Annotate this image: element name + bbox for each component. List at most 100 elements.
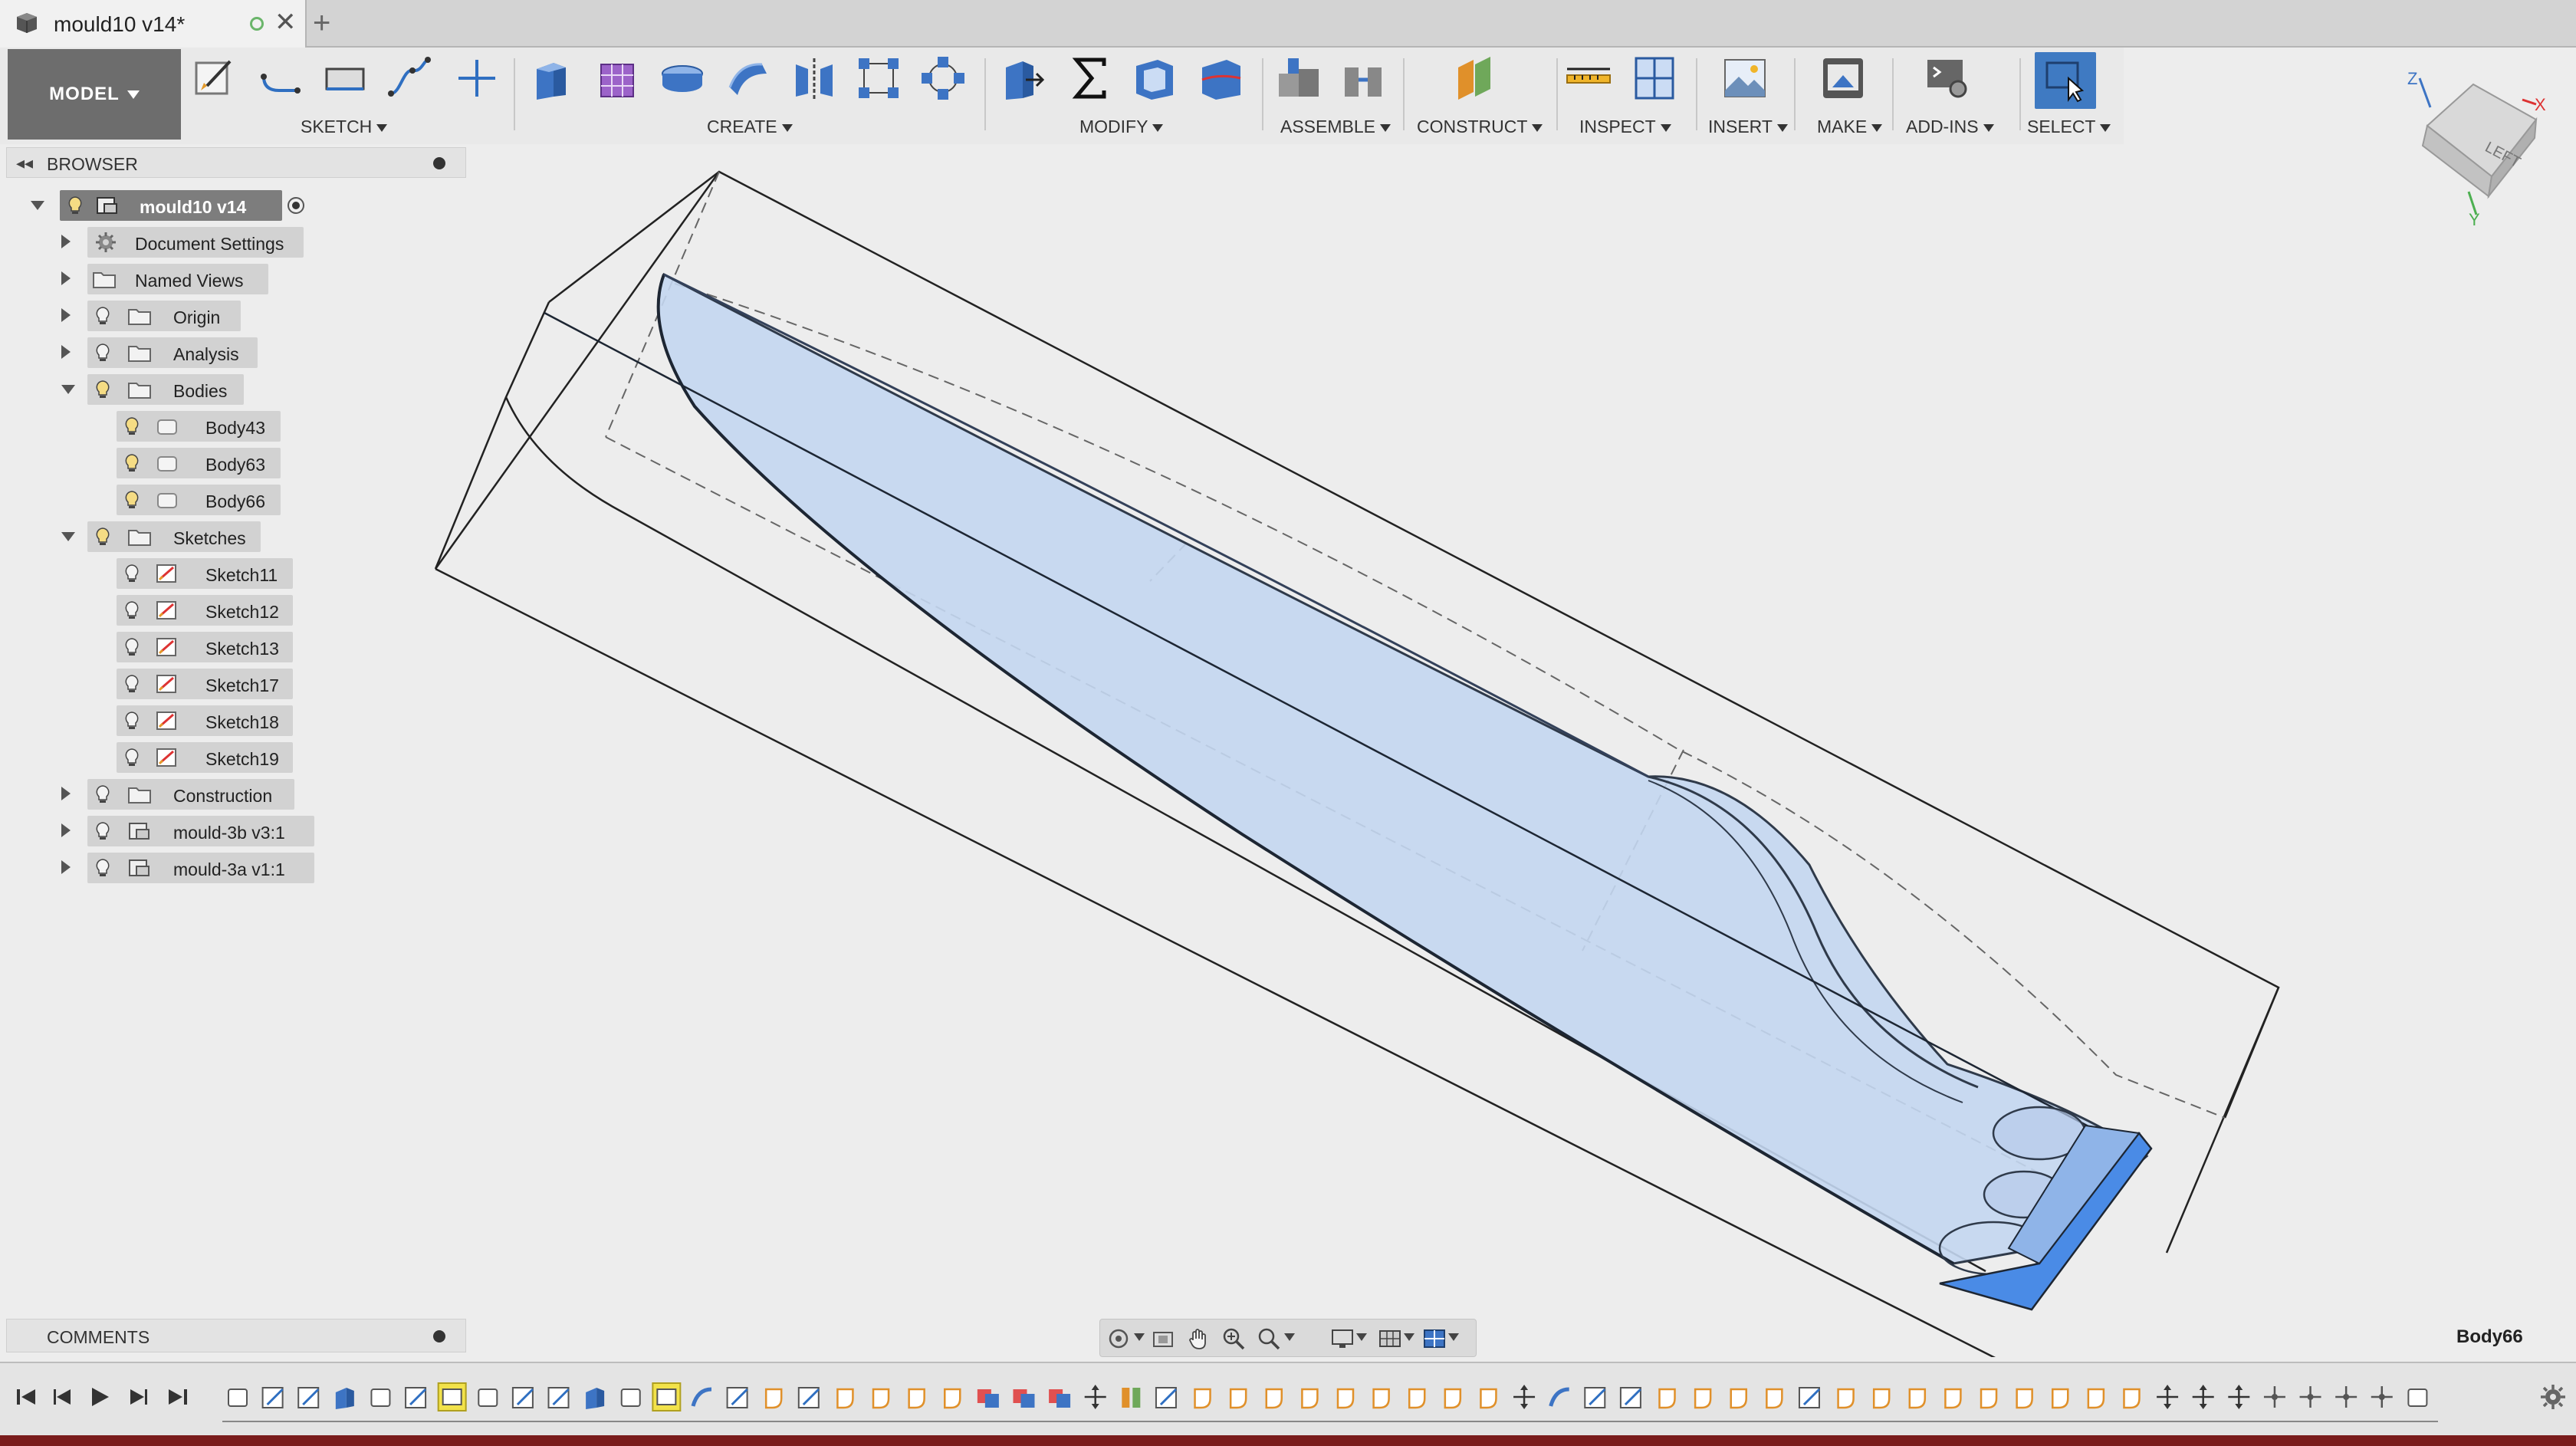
line-tool-icon[interactable] [256,54,305,103]
tree-row-origin[interactable]: Origin [61,301,322,331]
timeline-feature-fillet-icon[interactable] [1229,1388,1247,1409]
timeline-feature-fillet-icon[interactable] [944,1388,961,1409]
create-sketch-icon[interactable] [190,54,239,103]
timeline-feature-box-icon[interactable] [370,1388,391,1407]
browser-panel-header[interactable]: ◂◂ BROWSER [6,147,466,178]
orbit-icon[interactable] [1106,1326,1131,1351]
timeline-feature-extrude-icon[interactable] [335,1388,354,1409]
tree-node-sketch12[interactable]: Sketch12 [117,595,293,626]
pan-hand-icon[interactable] [1186,1326,1211,1351]
timeline-next-icon[interactable] [124,1383,152,1411]
expand-arrow-icon[interactable] [61,271,71,285]
timeline-feature-fillet-icon[interactable] [1944,1388,1962,1409]
mirror-icon[interactable] [790,54,839,103]
timeline-feature-fillet-icon[interactable] [1265,1388,1283,1409]
tree-row-sketch17[interactable]: Sketch17 [117,669,331,699]
visibility-bulb-icon[interactable] [121,563,143,584]
tree-node-bodies[interactable]: Bodies [87,374,244,405]
modify-group-label[interactable]: MODIFY [1079,117,1164,137]
timeline-feature-sketch-icon[interactable] [1155,1387,1177,1408]
tree-node-sketch18[interactable]: Sketch18 [117,705,293,736]
tree-node-analysis[interactable]: Analysis [87,337,258,368]
tree-row-sketch19[interactable]: Sketch19 [117,742,331,773]
expand-arrow-icon[interactable] [61,235,71,248]
comments-panel-header[interactable]: COMMENTS [6,1319,466,1352]
timeline-feature-hl-icon[interactable] [652,1382,682,1411]
construct-group-label[interactable]: CONSTRUCT [1417,117,1543,137]
timeline-feature-fillet-icon[interactable] [1444,1388,1462,1409]
compute-all-sigma-icon[interactable] [1066,54,1115,103]
timeline-feature-combine-icon[interactable] [1049,1389,1071,1408]
gear-icon[interactable] [2539,1383,2567,1411]
collapse-panel-icon[interactable]: ◂◂ [16,153,33,173]
timeline-first-icon[interactable] [12,1383,40,1411]
scripts-addins-icon[interactable] [1923,54,1972,103]
split-face-icon[interactable] [1196,54,1245,103]
section-analysis-icon[interactable] [1630,54,1679,103]
workspace-switcher-button[interactable]: MODEL [8,49,181,140]
tree-row-body43[interactable]: Body43 [117,411,331,442]
timeline-feature-sketch-icon[interactable] [297,1387,320,1408]
visibility-bulb-icon[interactable] [121,636,143,658]
form-tool-icon[interactable] [593,54,642,103]
insert-canvas-icon[interactable] [1720,54,1769,103]
visibility-bulb-icon[interactable] [92,820,113,842]
chevron-down-icon[interactable] [1356,1333,1367,1341]
timeline-feature-pan-icon[interactable] [2299,1386,2321,1408]
tree-node-document-settings[interactable]: Document Settings [87,227,304,258]
tree-row-construction[interactable]: Construction [61,779,322,810]
tree-row-named-views[interactable]: Named Views [61,264,322,294]
tree-row-analysis[interactable]: Analysis [61,337,322,368]
expand-arrow-icon[interactable] [61,345,71,359]
tree-node-mould3b[interactable]: mould-3b v3:1 [87,816,314,846]
select-tool-button[interactable] [2035,52,2096,109]
visibility-bulb-icon[interactable] [92,305,113,327]
new-component-icon[interactable] [1274,54,1323,103]
timeline-feature-sketch-icon[interactable] [1798,1387,1821,1408]
sketch-group-label[interactable]: SKETCH [301,117,388,137]
expand-arrow-icon[interactable] [61,787,71,800]
revolve-icon[interactable] [658,54,707,103]
pin-icon[interactable] [433,157,445,169]
timeline-feature-fillet-icon[interactable] [908,1388,925,1409]
spline-tool-icon[interactable] [385,54,434,103]
tree-node-body66[interactable]: Body66 [117,485,281,515]
tree-node-named-views[interactable]: Named Views [87,264,268,294]
visibility-bulb-icon[interactable] [92,784,113,805]
timeline-feature-sketch-icon[interactable] [405,1387,427,1408]
timeline-feature-sweep-icon[interactable] [1549,1387,1569,1407]
tree-row-document-settings[interactable]: Document Settings [61,227,322,258]
point-tool-icon[interactable] [452,54,501,103]
close-tab-button[interactable]: ✕ [274,9,297,35]
offset-plane-icon[interactable] [1451,54,1500,103]
timeline-feature-sketch-icon[interactable] [726,1387,748,1408]
timeline-feature-fillet-icon[interactable] [2087,1388,2105,1409]
timeline-feature-fillet-icon[interactable] [764,1388,783,1409]
activate-radio-icon[interactable] [287,196,305,215]
extrude-icon[interactable] [527,54,577,103]
timeline-feature-pan-icon[interactable] [2335,1386,2358,1408]
zoom-icon[interactable] [1221,1326,1246,1351]
tree-row-sketch18[interactable]: Sketch18 [117,705,331,736]
timeline-feature-fillet-icon[interactable] [1194,1388,1211,1409]
visibility-bulb-icon[interactable] [121,673,143,695]
timeline-feature-sweep-icon[interactable] [691,1387,712,1407]
create-group-label[interactable]: CREATE [707,117,793,137]
timeline-feature-split-icon[interactable] [1122,1388,1141,1408]
timeline-previous-icon[interactable] [49,1383,77,1411]
timeline-feature-fillet-icon[interactable] [1301,1388,1319,1409]
new-tab-button[interactable]: + [313,6,330,40]
tree-node-mould3a[interactable]: mould-3a v1:1 [87,853,314,883]
inspect-group-label[interactable]: INSPECT [1579,117,1671,137]
canvas-viewport[interactable] [0,144,2576,1357]
timeline-feature-fillet-icon[interactable] [1766,1388,1783,1409]
timeline-feature-move-icon[interactable] [2228,1385,2250,1409]
tree-row-mould3a[interactable]: mould-3a v1:1 [61,853,322,883]
display-settings-icon[interactable] [1330,1326,1355,1351]
press-pull-icon[interactable] [998,54,1047,103]
timeline-feature-hl-icon[interactable] [437,1382,467,1411]
timeline-feature-fillet-icon[interactable] [1872,1388,1891,1409]
chevron-down-icon[interactable] [1448,1333,1459,1341]
timeline-feature-fillet-icon[interactable] [2052,1388,2069,1409]
chevron-down-icon[interactable] [1134,1333,1145,1341]
